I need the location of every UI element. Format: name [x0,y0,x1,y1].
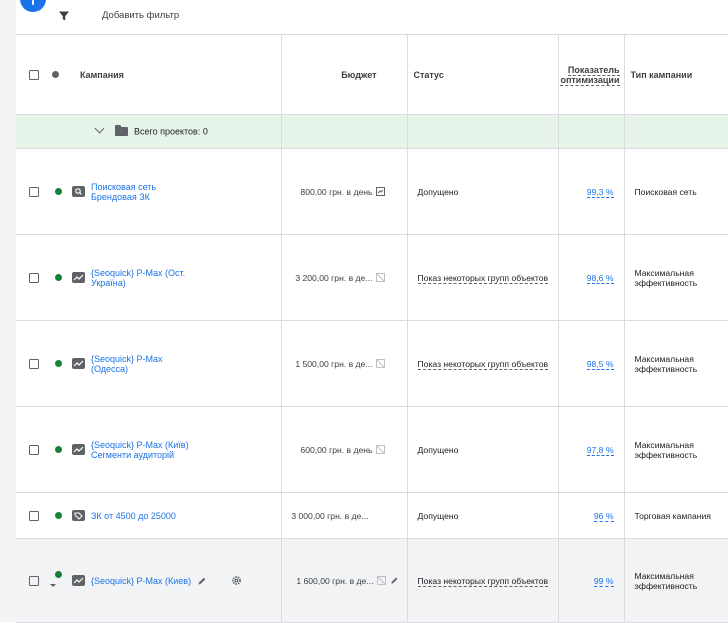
opt-header-line2: оптимизации [560,74,620,86]
budget-chart-disabled-icon[interactable] [375,445,385,454]
performance-max-icon [72,444,85,455]
row-checkbox[interactable] [29,186,39,197]
optimization-score-link[interactable]: 96 % [593,510,614,522]
campaign-type: Максимальная эффективность [624,234,728,321]
column-header-optimization-score[interactable]: Показатель оптимизации [558,34,625,115]
status-text: Допущено [417,510,459,521]
column-header-campaign[interactable]: Кампания [66,34,282,115]
edit-pencil-icon[interactable] [197,576,207,586]
folder-icon [115,124,128,136]
campaign-name-link[interactable]: {Seoquick} P-Max (Київ) Сегменти аудитор… [91,440,201,460]
column-header-budget[interactable]: Бюджет [281,34,408,115]
status-text: Допущено [417,186,459,197]
campaign-type: Максимальная эффективность [624,538,728,623]
table-header-row: Кампания Бюджет Статус Показатель оптимиз… [16,34,728,115]
table-row: {Seoquick} P-Max (Одесса) 1 500,00 грн. … [16,320,728,407]
group-row: Всего проектов: 0 [16,114,728,149]
campaign-type: Торговая кампания [624,492,728,539]
budget-chart-disabled-icon[interactable] [375,273,385,282]
group-label: Всего проектов: 0 [134,126,208,137]
budget-value: 1 500,00 грн. в де... [295,358,373,369]
table-row-hovered: {Seoquick} P-Max (Киев) 1 600,00 грн. в … [16,538,728,623]
optimization-score-link[interactable]: 99,3 % [586,186,614,198]
select-all-checkbox[interactable] [29,69,39,80]
search-campaign-icon [72,186,85,197]
table-row: {Seoquick} P-Max (Київ) Сегменти аудитор… [16,406,728,493]
filter-icon[interactable] [58,10,70,22]
optimization-score-link[interactable]: 98,6 % [586,272,614,284]
left-rail [0,0,16,622]
row-checkbox[interactable] [29,272,39,283]
performance-max-icon [72,575,85,586]
row-checkbox[interactable] [29,444,39,455]
campaign-name-link[interactable]: {Seoquick} P-Max (Киев) [91,576,191,586]
budget-value: 800,00 грн. в день [300,186,373,197]
row-checkbox[interactable] [29,575,39,586]
campaign-name-link[interactable]: ЗК от 4500 до 25000 [91,511,176,521]
edit-budget-pencil-icon[interactable] [390,576,399,585]
enabled-status-dot[interactable] [55,359,62,367]
status-text[interactable]: Показ некоторых групп объектов [417,272,549,284]
chevron-down-icon[interactable] [94,123,105,134]
status-text: Допущено [417,444,459,455]
status-column-icon [52,71,59,78]
campaign-name-link[interactable]: {Seoquick} P-Max (Одесса) [91,354,171,374]
enabled-status-dot[interactable] [55,273,62,281]
row-checkbox[interactable] [29,510,39,521]
column-header-campaign-type[interactable]: Тип кампании [624,34,728,115]
performance-max-icon [72,358,85,369]
filter-bar: Добавить фильтр [16,0,728,34]
status-dropdown-caret-icon[interactable] [50,584,56,588]
add-filter-button[interactable]: Добавить фильтр [102,10,179,21]
status-cell: Допущено [407,148,559,235]
optimization-score-link[interactable]: 97,8 % [586,444,614,456]
campaign-type: Поисковая сеть [624,148,728,235]
shopping-tag-icon [72,510,85,521]
enabled-status-dot[interactable] [55,511,62,519]
enabled-status-dot[interactable] [55,187,62,195]
campaign-type: Максимальная эффективность [624,320,728,407]
budget-chart-icon[interactable] [375,187,385,196]
table-row: Поисковая сеть Брендовая ЗК 800,00 грн. … [16,148,728,235]
enabled-status-dot[interactable] [55,571,62,579]
budget-value: 600,00 грн. в день [300,444,373,455]
campaigns-table: Кампания Бюджет Статус Показатель оптимиз… [16,34,728,623]
budget-value: 1 600,00 грн. в де... [296,575,374,586]
budget-value: 3 000,00 грн. в де... [291,510,369,521]
budget-chart-disabled-icon[interactable] [376,576,386,585]
campaign-name-link[interactable]: {Seoquick} P-Max (Ост. Україна) [91,268,191,288]
status-text[interactable]: Показ некоторых групп объектов [417,358,549,370]
budget-value: 3 200,00 грн. в де... [295,272,373,283]
column-header-status[interactable]: Статус [407,34,559,115]
campaign-type: Максимальная эффективность [624,406,728,493]
group-cell[interactable]: Всего проектов: 0 [66,114,282,149]
opt-header-line1: Показатель [567,64,620,76]
status-text[interactable]: Показ некоторых групп объектов [417,575,549,587]
row-checkbox[interactable] [29,358,39,369]
table-row: {Seoquick} P-Max (Ост. Україна) 3 200,00… [16,234,728,321]
campaign-name-link[interactable]: Поисковая сеть Брендовая ЗК [91,182,171,202]
optimization-score-link[interactable]: 98,5 % [586,358,614,370]
settings-gear-icon[interactable] [231,575,242,586]
performance-max-icon [72,272,85,283]
budget-chart-disabled-icon[interactable] [375,359,385,368]
optimization-score-link[interactable]: 99 % [593,575,614,587]
enabled-status-dot[interactable] [55,445,62,453]
table-row: ЗК от 4500 до 25000 3 000,00 грн. в де..… [16,492,728,539]
